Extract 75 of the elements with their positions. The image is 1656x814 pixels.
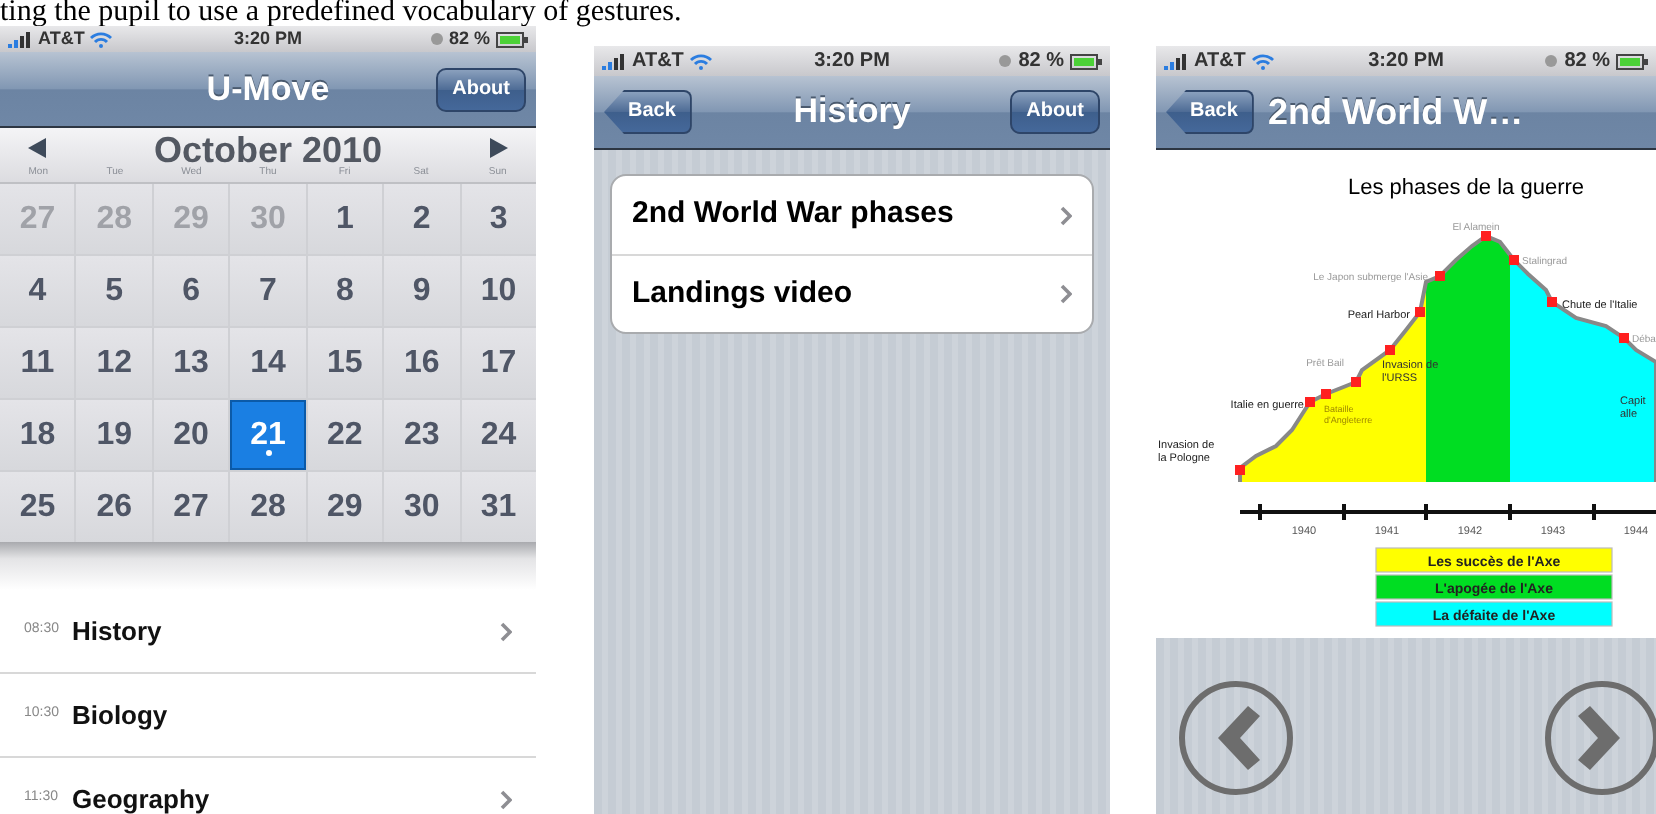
- battery-icon: [1070, 53, 1103, 69]
- day-cell[interactable]: 10: [461, 256, 536, 326]
- previous-month-icon[interactable]: [28, 138, 48, 158]
- forward-arrow-icon: [1543, 680, 1656, 796]
- status-time: 3:20 PM: [814, 48, 890, 76]
- day-cell[interactable]: 13: [153, 328, 229, 398]
- battery-percent: 82 %: [449, 26, 491, 52]
- back-button[interactable]: Back: [1166, 90, 1254, 134]
- day-cell[interactable]: 3: [461, 184, 536, 254]
- day-cell[interactable]: 5: [76, 256, 152, 326]
- day-cell[interactable]: 7: [230, 256, 306, 326]
- screen-title: 2nd World W…: [1268, 89, 1524, 135]
- battery-icon: [496, 31, 529, 47]
- about-button[interactable]: About: [436, 67, 526, 111]
- day-cell[interactable]: 17: [461, 328, 536, 398]
- day-cell[interactable]: 1: [307, 184, 383, 254]
- back-button[interactable]: Back: [604, 90, 692, 134]
- circle-icon: [429, 32, 443, 46]
- day-cell[interactable]: 18: [0, 400, 75, 470]
- event-title: Geography: [72, 781, 210, 814]
- circle-icon: [1544, 54, 1559, 68]
- signal-icon: [1164, 53, 1188, 69]
- list-item-label: 2nd World War phases: [632, 194, 954, 235]
- list-item[interactable]: Landings video: [612, 254, 1092, 332]
- status-time: 3:20 PM: [1368, 48, 1444, 76]
- about-button[interactable]: About: [1010, 90, 1100, 134]
- signal-icon: [602, 53, 626, 69]
- signal-icon: [8, 31, 32, 47]
- month-title: October 2010: [153, 132, 383, 168]
- day-cell[interactable]: 30: [384, 472, 460, 542]
- chart-title: Les phases de la guerre: [1347, 176, 1585, 200]
- day-cell[interactable]: 29: [307, 472, 383, 542]
- day-cell[interactable]: 22: [307, 400, 383, 470]
- event-title: Biology: [72, 697, 168, 734]
- previous-button[interactable]: [1178, 680, 1294, 796]
- carrier-name: AT&T: [1194, 48, 1246, 76]
- day-cell[interactable]: 27: [153, 472, 229, 542]
- status-time: 3:20 PM: [234, 26, 303, 52]
- day-cell[interactable]: 16: [384, 328, 460, 398]
- next-month-icon[interactable]: [488, 138, 508, 158]
- day-cell[interactable]: 28: [230, 472, 306, 542]
- list-item[interactable]: 2nd World War phases: [612, 176, 1092, 254]
- list-item-label: Landings video: [632, 273, 853, 314]
- wifi-icon: [689, 53, 712, 69]
- chevron-icon: [1060, 205, 1072, 225]
- day-cell[interactable]: 25: [0, 472, 75, 542]
- day-cell[interactable]: 6: [153, 256, 229, 326]
- day-cell[interactable]: 4: [0, 256, 75, 326]
- battery-percent: 82 %: [1018, 48, 1065, 76]
- next-button[interactable]: [1542, 680, 1656, 796]
- day-cell[interactable]: 19: [76, 400, 152, 470]
- day-cell[interactable]: 9: [384, 256, 460, 326]
- day-cell[interactable]: 24: [461, 400, 536, 470]
- day-cell[interactable]: 21: [230, 400, 306, 470]
- battery-percent: 82 %: [1564, 48, 1611, 76]
- day-cell[interactable]: 11: [0, 328, 75, 398]
- day-cell[interactable]: 8: [307, 256, 383, 326]
- day-cell[interactable]: 14: [230, 328, 306, 398]
- screen-title: History: [793, 90, 911, 135]
- day-cell[interactable]: 15: [307, 328, 383, 398]
- screen-title: U-Move: [206, 67, 330, 112]
- wifi-icon: [1251, 53, 1274, 69]
- day-cell[interactable]: 12: [76, 328, 152, 398]
- day-cell[interactable]: 31: [461, 472, 536, 542]
- battery-icon: [1616, 53, 1649, 69]
- day-cell[interactable]: 26: [76, 472, 152, 542]
- wifi-icon: [90, 31, 113, 47]
- circle-icon: [998, 54, 1013, 68]
- day-cell[interactable]: 23: [384, 400, 460, 470]
- chevron-icon: [1060, 284, 1072, 304]
- day-cell[interactable]: 20: [153, 400, 229, 470]
- day-cell[interactable]: 2: [384, 184, 460, 254]
- event-title: History: [72, 613, 162, 650]
- carrier-name: AT&T: [38, 26, 85, 52]
- carrier-name: AT&T: [632, 48, 684, 76]
